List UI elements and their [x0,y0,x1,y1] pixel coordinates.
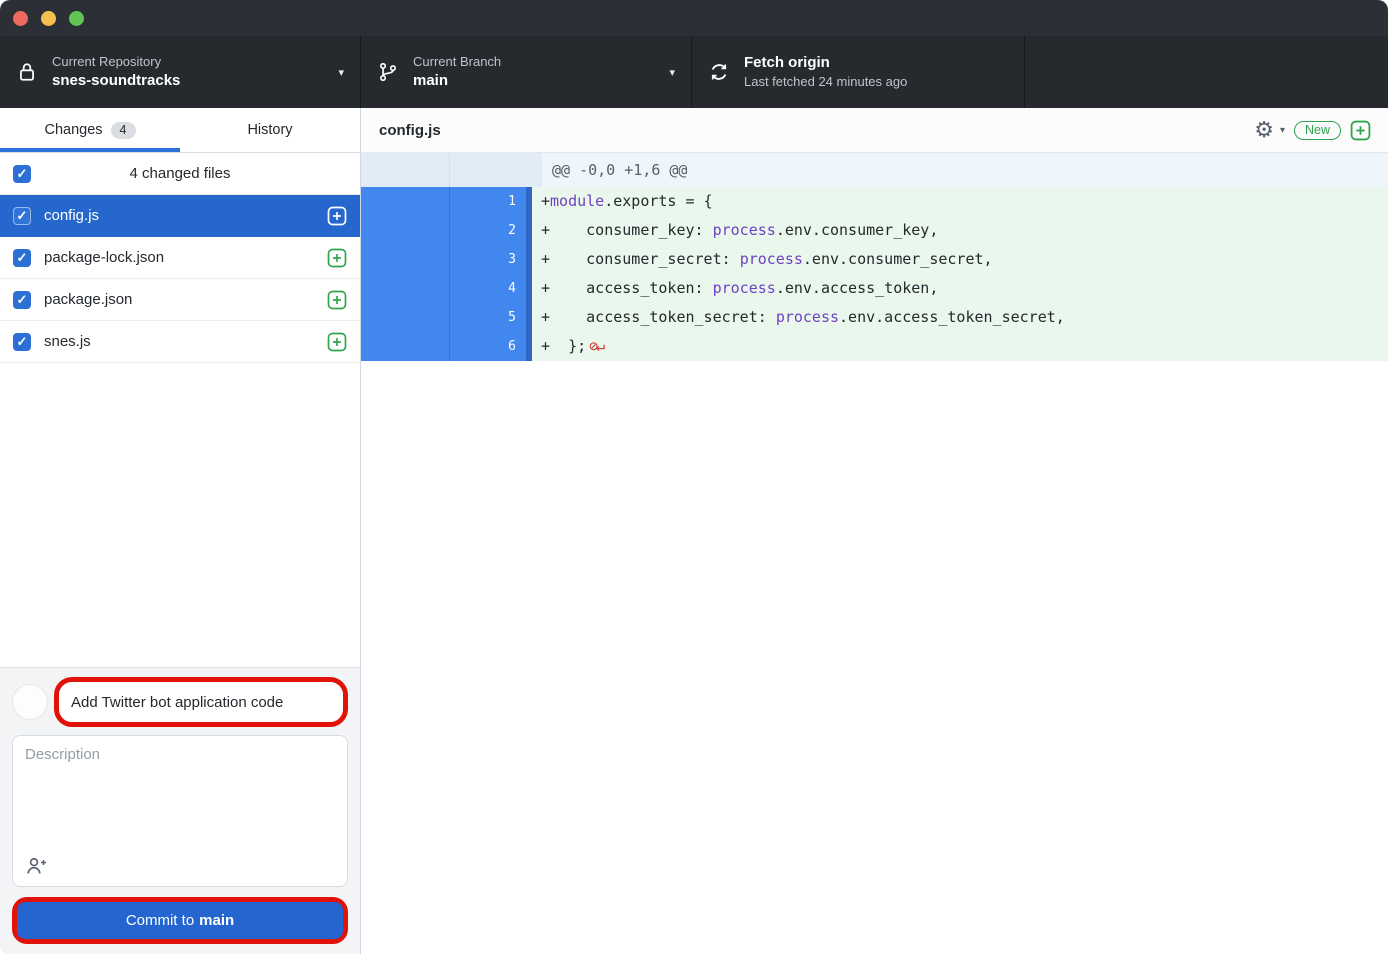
line-number: 3 [450,245,526,274]
zoom-button[interactable] [69,11,84,26]
commit-form: Commit to main [0,667,360,954]
repository-caret-icon: ▾ [338,66,344,79]
no-newline-icon: ⊘↵ [589,337,603,355]
file-name: snes.js [44,333,91,350]
current-repository-dropdown[interactable]: Current Repository snes-soundtracks ▾ [0,36,361,108]
file-checkbox[interactable]: ✓ [13,333,31,351]
tab-changes[interactable]: Changes 4 [0,108,180,152]
sidebar-tabs: Changes 4 History [0,108,360,153]
hunk-header-text: @@ -0,0 +1,6 @@ [542,153,1388,187]
commit-description-box [12,735,348,887]
changed-files-count: 4 changed files [0,165,360,182]
commit-description-input[interactable] [25,746,335,851]
diff-line[interactable]: 3 + consumer_secret: process.env.consume… [361,245,1388,274]
diff-header: config.js ⚙ ▾ New [361,108,1388,153]
tab-changes-label: Changes [45,122,103,138]
diff-line[interactable]: 4 + access_token: process.env.access_tok… [361,274,1388,303]
current-repository-value: snes-soundtracks [52,72,180,91]
added-file-icon [327,206,347,226]
file-row-package-lock-json[interactable]: ✓ package-lock.json [0,237,360,279]
branch-caret-icon: ▾ [669,66,675,79]
avatar [12,684,48,720]
current-repository-label: Current Repository [52,54,180,70]
diff-line[interactable]: 6 + };⊘↵ [361,332,1388,361]
file-row-snes-js[interactable]: ✓ snes.js [0,321,360,363]
commit-button-branch: main [199,912,234,929]
diff-line[interactable]: 5 + access_token_secret: process.env.acc… [361,303,1388,332]
file-row-config-js[interactable]: ✓ config.js [0,195,360,237]
file-checkbox[interactable]: ✓ [13,291,31,309]
tab-history-label: History [247,122,292,138]
file-row-package-json[interactable]: ✓ package.json [0,279,360,321]
commit-to-main-button[interactable]: Commit to main [17,902,343,939]
fetch-origin-label: Fetch origin [744,54,907,73]
changes-count-badge: 4 [111,122,136,139]
commit-button-label: Commit to [126,912,194,929]
file-checkbox[interactable]: ✓ [13,207,31,225]
added-file-icon [327,248,347,268]
file-list-empty-space [0,363,360,667]
file-checkbox[interactable]: ✓ [13,249,31,267]
git-branch-icon [377,61,399,83]
diff-pane: config.js ⚙ ▾ New @@ -0,0 +1 [361,108,1388,954]
select-all-checkbox[interactable]: ✓ [13,165,31,183]
tab-history[interactable]: History [180,108,360,152]
toolbar-spacer [1025,36,1388,108]
hunk-header-row: @@ -0,0 +1,6 @@ [361,153,1388,187]
current-branch-dropdown[interactable]: Current Branch main ▾ [361,36,692,108]
gear-icon[interactable]: ⚙ [1254,119,1274,141]
titlebar [0,0,1388,36]
toolbar: Current Repository snes-soundtracks ▾ Cu… [0,36,1388,108]
expand-diff-icon[interactable] [1350,120,1371,141]
summary-annotation-highlight [54,677,348,727]
added-file-icon [327,290,347,310]
add-coauthor-icon[interactable] [25,855,49,877]
commit-button-annotation-highlight: Commit to main [12,897,348,944]
line-number: 2 [450,216,526,245]
current-branch-value: main [413,72,501,91]
line-number: 4 [450,274,526,303]
diff-line[interactable]: 1 +module.exports = { [361,187,1388,216]
sync-icon [708,61,730,83]
close-button[interactable] [13,11,28,26]
minimize-button[interactable] [41,11,56,26]
app-window: Current Repository snes-soundtracks ▾ Cu… [0,0,1388,954]
new-file-badge: New [1294,121,1341,140]
diff-file-name: config.js [379,122,441,139]
diff-line[interactable]: 2 + consumer_key: process.env.consumer_k… [361,216,1388,245]
diff-empty-space [361,361,1388,954]
current-branch-label: Current Branch [413,54,501,70]
file-name: config.js [44,207,99,224]
select-all-row: ✓ 4 changed files [0,153,360,195]
line-number: 1 [450,187,526,216]
line-number: 6 [450,332,526,361]
diff-body: @@ -0,0 +1,6 @@ 1 +module.exports = { 2 … [361,153,1388,361]
commit-summary-input[interactable] [59,682,343,722]
gear-caret-icon[interactable]: ▾ [1280,125,1285,136]
file-name: package-lock.json [44,249,164,266]
last-fetched-text: Last fetched 24 minutes ago [744,74,907,90]
repository-lock-icon [16,61,38,83]
added-file-icon [327,332,347,352]
sidebar: Changes 4 History ✓ 4 changed files ✓ co… [0,108,361,954]
fetch-origin-button[interactable]: Fetch origin Last fetched 24 minutes ago [692,36,1025,108]
line-number: 5 [450,303,526,332]
file-name: package.json [44,291,132,308]
